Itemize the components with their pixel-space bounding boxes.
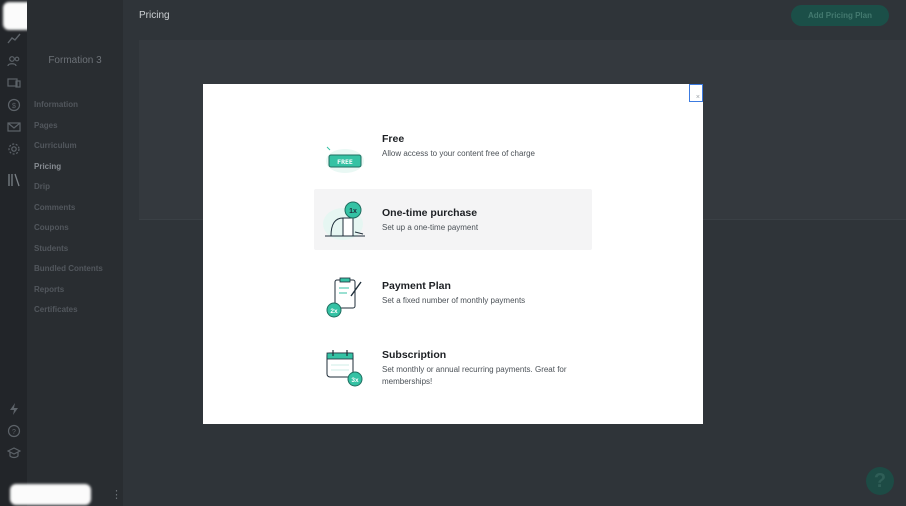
option-title: One-time purchase <box>382 207 478 219</box>
subscription-calendar-icon: 3x <box>326 350 363 387</box>
option-title: Free <box>382 133 405 145</box>
sidebar-item-comments[interactable]: Comments <box>34 203 103 224</box>
option-subscription[interactable]: 3x Subscription Set monthly or annual re… <box>314 336 592 397</box>
sidebar-item-students[interactable]: Students <box>34 244 103 265</box>
option-title: Subscription <box>382 349 447 361</box>
graduation-icon[interactable] <box>7 446 21 460</box>
sidebar-item-pricing[interactable]: Pricing <box>34 162 103 183</box>
option-description: Set up a one-time payment <box>382 223 479 232</box>
free-badge-text: FREE <box>337 158 353 166</box>
sidebar-item-pages[interactable]: Pages <box>34 121 103 142</box>
svg-text:$: $ <box>12 103 16 110</box>
option-description: Set monthly or annual recurring payments… <box>382 365 567 386</box>
sidebar-item-bundled-contents[interactable]: Bundled Contents <box>34 264 103 285</box>
course-nav: Information Pages Curriculum Pricing Dri… <box>34 100 103 326</box>
option-description: Set a fixed number of monthly payments <box>382 296 526 305</box>
page-title: Pricing <box>139 10 170 21</box>
option-free[interactable]: FREE Free Allow access to your content f… <box>314 128 592 189</box>
lightning-icon[interactable] <box>7 402 21 416</box>
user-profile[interactable] <box>10 484 91 505</box>
pricing-type-modal: × FREE Free Allow access to your content… <box>203 84 703 424</box>
course-name: Formation 3 <box>48 55 102 66</box>
library-icon[interactable] <box>7 173 21 187</box>
free-tag-icon: FREE <box>326 146 364 173</box>
option-payment-plan[interactable]: 2x Payment Plan Set a fixed number of mo… <box>314 267 592 328</box>
more-options-icon[interactable]: ⋮ <box>111 488 122 501</box>
close-button[interactable]: × <box>689 84 703 102</box>
option-title: Payment Plan <box>382 280 451 292</box>
help-circle-icon[interactable]: ? <box>7 424 21 438</box>
sidebar-item-information[interactable]: Information <box>34 100 103 121</box>
icon-rail: $ ? <box>0 0 27 506</box>
close-icon: × <box>695 94 700 101</box>
one-time-payment-icon: 1x <box>323 201 365 240</box>
sidebar-item-reports[interactable]: Reports <box>34 285 103 306</box>
badge-text: 2x <box>330 308 338 315</box>
svg-text:?: ? <box>12 429 16 436</box>
sidebar-item-coupons[interactable]: Coupons <box>34 223 103 244</box>
email-icon[interactable] <box>7 120 21 134</box>
help-button[interactable]: ? <box>866 467 894 495</box>
sites-icon[interactable] <box>7 76 21 90</box>
sidebar-item-curriculum[interactable]: Curriculum <box>34 141 103 162</box>
users-icon[interactable] <box>7 54 21 68</box>
sales-icon[interactable]: $ <box>7 98 21 112</box>
top-bar <box>123 0 906 31</box>
badge-text: 3x <box>351 377 359 384</box>
payment-plan-icon: 2x <box>326 277 362 318</box>
sidebar-item-certificates[interactable]: Certificates <box>34 305 103 326</box>
add-pricing-plan-button[interactable]: Add Pricing Plan <box>791 5 889 26</box>
settings-icon[interactable] <box>7 142 21 156</box>
analytics-icon[interactable] <box>7 32 21 46</box>
badge-text: 1x <box>349 208 357 215</box>
sidebar-item-drip[interactable]: Drip <box>34 182 103 203</box>
option-one-time-purchase[interactable]: 1x One-time purchase Set up a one-time p… <box>314 189 592 250</box>
option-description: Allow access to your content free of cha… <box>382 149 535 158</box>
